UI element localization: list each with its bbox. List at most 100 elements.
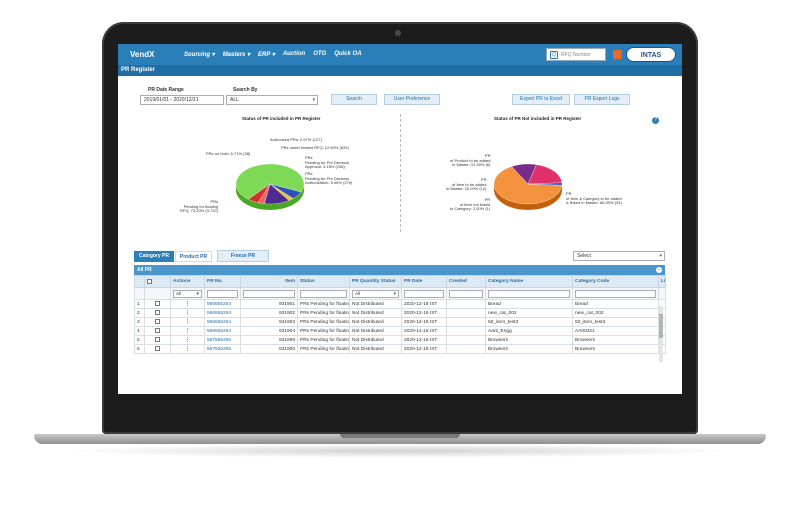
col-pr-date[interactable]: PR Date	[401, 275, 447, 288]
col-item[interactable]: Item	[240, 275, 298, 288]
nav-erp[interactable]: ERP ▾	[258, 51, 275, 58]
camera-icon	[395, 30, 401, 36]
row-actions-menu-icon[interactable]: ⋮	[170, 326, 205, 336]
row-pr-no[interactable]: 566555254	[204, 299, 241, 309]
row-select-checkbox[interactable]	[155, 301, 160, 307]
brand-logo[interactable]: VendX	[130, 50, 184, 59]
category-name-filter[interactable]	[488, 289, 570, 298]
row-pr-no[interactable]: 566555254	[204, 317, 241, 327]
row-actions-menu-icon[interactable]: ⋮	[170, 299, 205, 309]
row-category-name: new_cat_002	[485, 308, 573, 318]
row-created	[446, 335, 486, 345]
nav-quick-oa[interactable]: Quick OA	[334, 51, 361, 58]
row-created	[446, 308, 486, 318]
row-checkbox[interactable]	[144, 326, 171, 336]
nav-sourcing[interactable]: Sourcing ▾	[184, 51, 215, 58]
help-icon[interactable]: ?	[652, 117, 659, 124]
row-select-checkbox[interactable]	[155, 319, 160, 325]
row-pr-no[interactable]: 566555254	[204, 326, 241, 336]
row-actions-menu-icon[interactable]: ⋮	[170, 317, 205, 327]
row-qty-status: Not Distributed	[349, 335, 402, 345]
app-screen: VendX Sourcing ▾ Masters ▾ ERP ▾ Auction…	[118, 44, 682, 394]
row-checkbox[interactable]	[144, 344, 171, 354]
nav-auction[interactable]: Auction	[283, 51, 305, 58]
row-checkbox[interactable]	[144, 317, 171, 327]
search-button[interactable]: Search	[331, 94, 377, 105]
row-status: PRs Pending for floatin	[297, 308, 350, 318]
notification-icon[interactable]	[613, 50, 622, 59]
export-excel-button[interactable]: Export PR to Excel	[512, 94, 570, 105]
user-preference-button[interactable]: User Preference	[384, 94, 440, 105]
row-pr-date: 2020-12-18 IST	[401, 308, 447, 318]
row-actions-menu-icon[interactable]: ⋮	[170, 344, 205, 354]
nav-masters[interactable]: Masters ▾	[223, 51, 250, 58]
item-filter[interactable]	[243, 289, 295, 298]
row-select-checkbox[interactable]	[155, 328, 160, 334]
col-created[interactable]: Created	[446, 275, 486, 288]
status-filter[interactable]	[300, 289, 347, 298]
col-lin[interactable]: Lin	[658, 275, 666, 288]
laptop-notch	[340, 434, 460, 438]
grid-title: All PR −	[134, 265, 665, 275]
scrollbar-thumb[interactable]	[659, 314, 663, 338]
view-select[interactable]: Select ▾	[573, 251, 665, 261]
row-category-code: 50_item_test3	[572, 317, 659, 327]
col-actions[interactable]: Actions	[170, 275, 205, 288]
qty-status-filter-select[interactable]: All ▾	[352, 289, 399, 298]
search-by-value: ALL	[230, 97, 239, 103]
chart1-label-floated: PRs under floated RFQ: 12.60% (633)	[281, 145, 349, 150]
row-checkbox[interactable]	[144, 299, 171, 309]
row-index: 3	[134, 317, 145, 327]
row-actions-menu-icon[interactable]: ⋮	[170, 335, 205, 345]
date-range-input[interactable]: 2019/01/01 - 2020/12/21	[140, 95, 224, 105]
created-filter[interactable]	[449, 289, 483, 298]
row-select-checkbox[interactable]	[155, 337, 160, 343]
select-all-checkbox[interactable]	[147, 278, 152, 284]
actions-filter-select[interactable]: All ▾	[173, 289, 202, 298]
chart2-title: Status of PR Not included in PR Register	[494, 116, 582, 121]
category-code-filter[interactable]	[575, 289, 656, 298]
collapse-icon[interactable]: −	[656, 267, 662, 273]
search-by-select[interactable]: ALL ▾	[226, 95, 318, 105]
row-pr-date: 2020-12-18 IST	[401, 299, 447, 309]
row-checkbox[interactable]	[144, 308, 171, 318]
table-row[interactable]: 5 ⋮ 567555255 931899 PRs Pending for floatin…	[134, 335, 666, 345]
row-qty-status: Not Distributed	[349, 326, 402, 336]
row-pr-no[interactable]: 566555254	[204, 308, 241, 318]
tab-product-pr[interactable]: Product PR	[175, 251, 212, 262]
pr-date-filter[interactable]	[404, 289, 444, 298]
table-row[interactable]: 3 ⋮ 566555254 931903 PRs Pending for floatin…	[134, 317, 666, 327]
row-pr-no[interactable]: 567555255	[204, 344, 241, 354]
row-checkbox[interactable]	[144, 335, 171, 345]
row-select-checkbox[interactable]	[155, 310, 160, 316]
chart2-label-notlinked: PR of Item not linked to Category: 2.00%…	[450, 197, 491, 212]
header-row: Actions PR No. Item Status PR Quantity S…	[134, 275, 666, 288]
nav-otg[interactable]: OTG	[313, 51, 326, 58]
col-status[interactable]: Status	[297, 275, 350, 288]
rfq-icon: Q	[550, 50, 558, 59]
table-row[interactable]: 4 ⋮ 566555254 931904 PRs Pending for floatin…	[134, 326, 666, 336]
col-pr-no[interactable]: PR No.	[204, 275, 241, 288]
row-created	[446, 299, 486, 309]
export-logs-button[interactable]: PR Export Logs	[574, 94, 630, 105]
row-pr-no[interactable]: 567555255	[204, 335, 241, 345]
row-qty-status: Not Distributed	[349, 317, 402, 327]
col-qty-status[interactable]: PR Quantity Status	[349, 275, 402, 288]
col-category-name[interactable]: Category Name	[485, 275, 573, 288]
table-row[interactable]: 1 ⋮ 566555254 931901 PRs Pending for floatin…	[134, 299, 666, 309]
table-row[interactable]: 6 ⋮ 567555255 931900 PRs Pending for floatin…	[134, 344, 666, 354]
pr-no-filter[interactable]	[207, 289, 238, 298]
grid-title-text: All PR	[137, 267, 152, 273]
freeze-pr-button[interactable]: Freeze PR	[217, 250, 269, 262]
rfq-search-input[interactable]: Q RFQ Number	[546, 48, 606, 61]
table-scrollbar[interactable]	[659, 306, 663, 362]
row-category-code: new_cat_002	[572, 308, 659, 318]
chevron-down-icon: ▾	[196, 290, 199, 297]
row-select-checkbox[interactable]	[155, 346, 160, 352]
col-category-code[interactable]: Category Code	[572, 275, 659, 288]
row-actions-menu-icon[interactable]: ⋮	[170, 308, 205, 318]
chevron-down-icon: ▾	[659, 253, 662, 259]
col-select[interactable]	[144, 275, 171, 288]
tab-category-pr[interactable]: Category PR	[134, 251, 174, 262]
table-row[interactable]: 2 ⋮ 566555254 931902 PRs Pending for floatin…	[134, 308, 666, 318]
